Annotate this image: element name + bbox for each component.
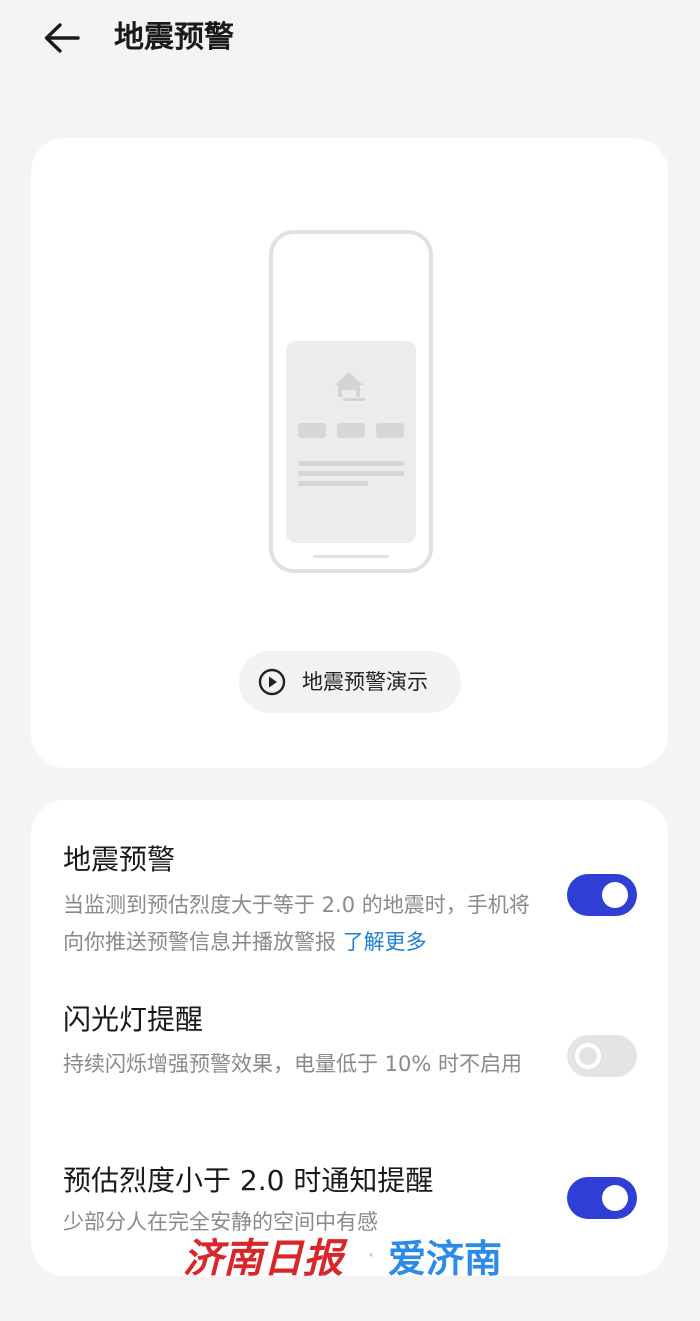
setting-flashlight-reminder: 闪光灯提醒 持续闪烁增强预警效果，电量低于 10% 时不启用	[31, 960, 668, 1120]
toggle-knob	[602, 882, 628, 908]
earthquake-warning-toggle[interactable]	[567, 874, 637, 916]
setting-title: 闪光灯提醒	[63, 1003, 204, 1036]
learn-more-link[interactable]: 了解更多	[343, 930, 427, 954]
setting-description-text: 当监测到预估烈度大于等于 2.0 的地震时，手机将向你推送预警信息并播放警报	[63, 893, 530, 954]
watermark-left-text: 济南日报	[183, 1235, 348, 1282]
app-header: 地震预警	[0, 0, 700, 80]
low-intensity-notify-toggle[interactable]	[567, 1177, 637, 1219]
setting-title: 地震预警	[63, 843, 176, 876]
play-circle-icon	[258, 668, 286, 696]
watermark-right-text: 爱济南	[388, 1237, 502, 1281]
setting-description: 当监测到预估烈度大于等于 2.0 的地震时，手机将向你推送预警信息并播放警报 了…	[63, 887, 533, 961]
demo-play-button[interactable]: 地震预警演示	[239, 651, 461, 713]
arrow-left-icon	[44, 23, 80, 53]
setting-description: 持续闪烁增强预警效果，电量低于 10% 时不启用	[63, 1052, 523, 1076]
page-title: 地震预警	[114, 20, 234, 55]
newspaper-watermark: 济南日报 · 爱济南	[183, 1235, 502, 1282]
phone-illustration	[269, 230, 433, 573]
watermark-separator: ·	[367, 1241, 375, 1271]
toggle-knob	[602, 1185, 628, 1211]
toggle-knob	[575, 1043, 601, 1069]
flashlight-reminder-toggle[interactable]	[567, 1035, 637, 1077]
setting-title: 预估烈度小于 2.0 时通知提醒	[63, 1164, 434, 1197]
demo-card: 地震预警演示	[31, 138, 668, 768]
setting-earthquake-warning: 地震预警 当监测到预估烈度大于等于 2.0 的地震时，手机将向你推送预警信息并播…	[31, 800, 668, 960]
settings-card: 地震预警 当监测到预估烈度大于等于 2.0 的地震时，手机将向你推送预警信息并播…	[31, 800, 668, 1276]
demo-button-label: 地震预警演示	[302, 670, 428, 694]
back-button[interactable]	[40, 18, 84, 58]
